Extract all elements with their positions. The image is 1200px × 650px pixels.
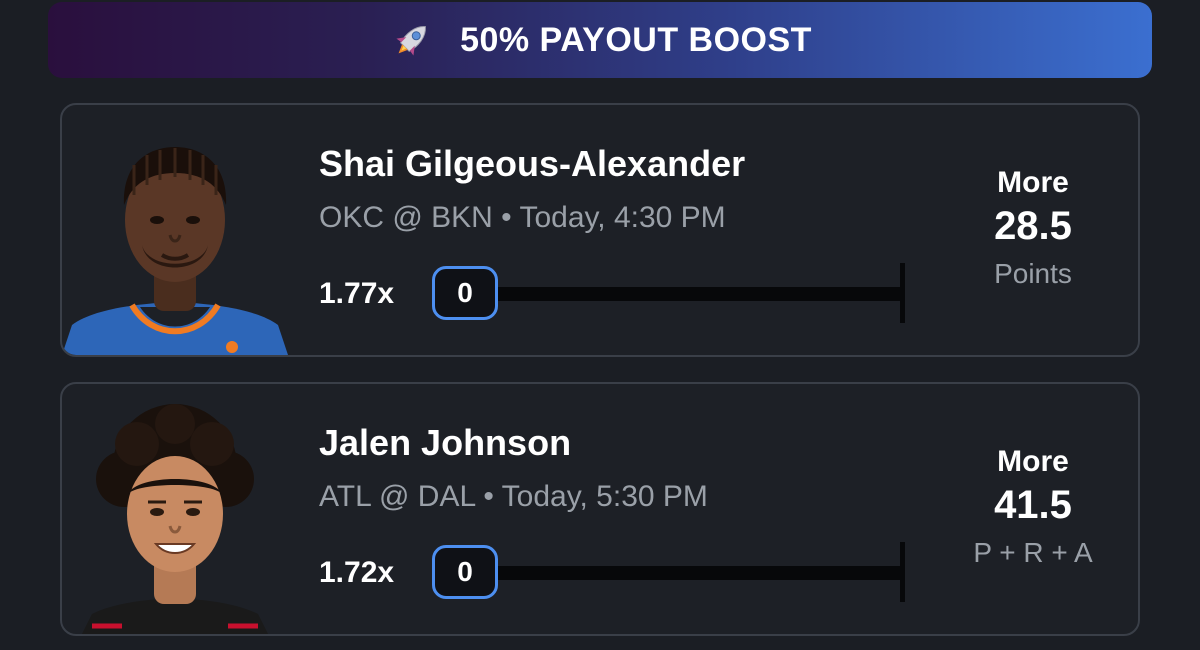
rocket-icon [388, 16, 436, 64]
pick-line-value: 28.5 [994, 204, 1072, 248]
banner-title: 50% PAYOUT BOOST [460, 20, 812, 59]
pick-direction: More [997, 445, 1069, 478]
pick-stat-type: P + R + A [973, 537, 1093, 568]
game-matchup: OKC @ BKN • Today, 4:30 PM [319, 201, 726, 234]
payout-multiplier: 1.72x [319, 556, 395, 589]
player-headshot-jalen-johnson [82, 404, 268, 634]
progress-target-marker [900, 542, 905, 602]
pick-line-value: 41.5 [994, 483, 1072, 527]
progress-track [472, 287, 902, 301]
payout-multiplier: 1.77x [319, 277, 395, 310]
game-matchup: ATL @ DAL • Today, 5:30 PM [319, 480, 708, 513]
pick-direction: More [997, 166, 1069, 199]
payout-boost-banner[interactable]: 50% PAYOUT BOOST [48, 2, 1152, 78]
progress-tracker: 0 [432, 263, 912, 323]
progress-track [472, 566, 902, 580]
player-name: Jalen Johnson [319, 422, 572, 463]
pick-card[interactable]: Shai Gilgeous-Alexander OKC @ BKN • Toda… [60, 103, 1140, 357]
current-stat-count: 0 [432, 545, 498, 599]
pick-selection[interactable]: More 28.5 Points [958, 165, 1108, 293]
current-stat-count: 0 [432, 266, 498, 320]
progress-tracker: 0 [432, 542, 912, 602]
player-headshot-sga [62, 147, 288, 355]
pick-stat-type: Points [994, 258, 1072, 289]
pick-selection[interactable]: More 41.5 P + R + A [958, 444, 1108, 572]
progress-target-marker [900, 263, 905, 323]
picks-screen: 50% PAYOUT BOOST Shai Gilgeous-Alexander… [0, 0, 1200, 650]
pick-card[interactable]: Jalen Johnson ATL @ DAL • Today, 5:30 PM… [60, 382, 1140, 636]
player-name: Shai Gilgeous-Alexander [319, 143, 746, 184]
